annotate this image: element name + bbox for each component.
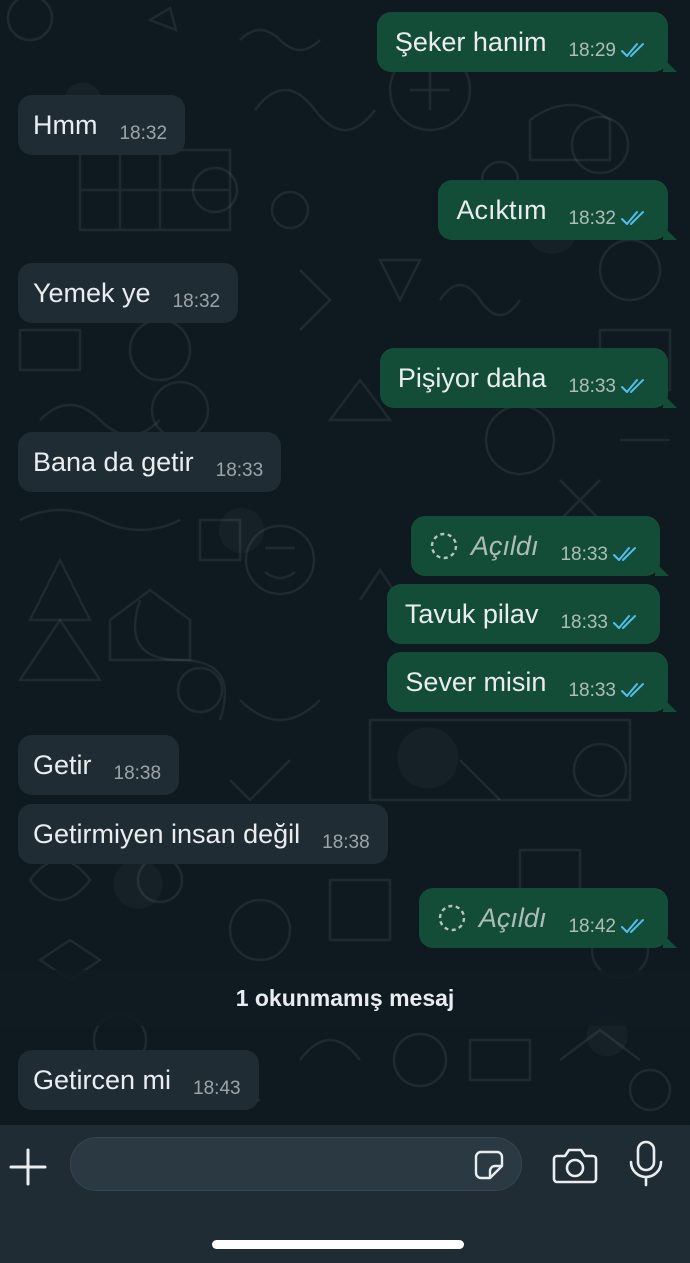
sticker-icon[interactable] [473,1149,505,1181]
message-input-bar [0,1125,690,1263]
message-text: Bana da getir [33,447,194,477]
message-bubble-incoming[interactable]: Getirmiyen insan değil 18:38 [18,804,388,864]
view-once-bubble[interactable]: Açıldı 18:33 [410,516,670,576]
read-ticks-icon [621,43,644,57]
message-bubble-incoming[interactable]: Bana da getir 18:33 [18,432,282,492]
message-time: 18:33 [568,680,616,701]
message-bubble-outgoing[interactable]: Şeker hanim 18:29 [376,12,678,72]
message-bubble-outgoing[interactable]: Sever misin 18:33 [387,652,677,712]
view-once-label: Açıldı [470,531,539,561]
chat-screen: Şeker hanim 18:29 Hmm 18:32 Acıktım 18:32 Y… [0,0,690,1263]
view-once-bubble[interactable]: Açıldı 18:42 [418,888,678,948]
message-time: 18:33 [560,544,608,565]
message-text: Hmm [33,110,98,140]
read-ticks-icon [613,547,636,561]
home-indicator [212,1240,464,1249]
message-time: 18:43 [193,1078,241,1099]
message-time: 18:29 [568,40,616,61]
message-field[interactable] [70,1137,522,1192]
message-bubble-incoming[interactable]: Hmm 18:32 [18,95,186,155]
microphone-icon[interactable] [626,1139,666,1189]
message-time: 18:38 [113,763,162,784]
view-once-icon [438,904,466,932]
message-time: 18:33 [560,612,608,633]
plus-icon[interactable] [6,1145,50,1189]
read-ticks-icon [613,615,636,629]
message-text: Getirmiyen insan değil [33,819,301,849]
message-text: Getircen mi [33,1065,172,1095]
message-text: Şeker hanim [394,27,547,57]
read-ticks-icon [621,211,644,225]
message-bubble-incoming[interactable]: Getir 18:38 [18,735,180,795]
message-text: Pişiyor daha [397,363,547,393]
message-text: Acıktım [456,195,547,225]
message-time: 18:38 [322,832,370,853]
unread-messages-banner: 1 okunmamış mesaj [0,970,690,1026]
message-time: 18:32 [568,208,616,229]
message-time: 18:33 [215,460,264,481]
message-time: 18:32 [172,291,221,312]
message-time: 18:42 [568,916,616,937]
message-bubble-incoming[interactable]: Yemek ye 18:32 [18,263,239,323]
view-once-label: Açıldı [478,903,547,933]
read-ticks-icon [621,379,644,393]
message-bubble-outgoing[interactable]: Tavuk pilav 18:33 [386,584,660,644]
message-text: Yemek ye [33,278,151,308]
read-ticks-icon [621,683,644,697]
message-input[interactable] [89,1138,463,1192]
message-bubble-outgoing[interactable]: Acıktım 18:32 [438,180,677,240]
message-time: 18:33 [568,376,616,397]
camera-icon[interactable] [552,1143,598,1187]
read-ticks-icon [621,919,644,933]
message-time: 18:32 [119,123,168,144]
message-text: Tavuk pilav [404,599,539,629]
message-bubble-incoming[interactable]: Getircen mi 18:43 [18,1050,259,1110]
view-once-icon [430,532,458,560]
message-text: Sever misin [405,667,547,697]
message-text: Getir [33,750,92,780]
message-bubble-outgoing[interactable]: Pişiyor daha 18:33 [379,348,678,408]
